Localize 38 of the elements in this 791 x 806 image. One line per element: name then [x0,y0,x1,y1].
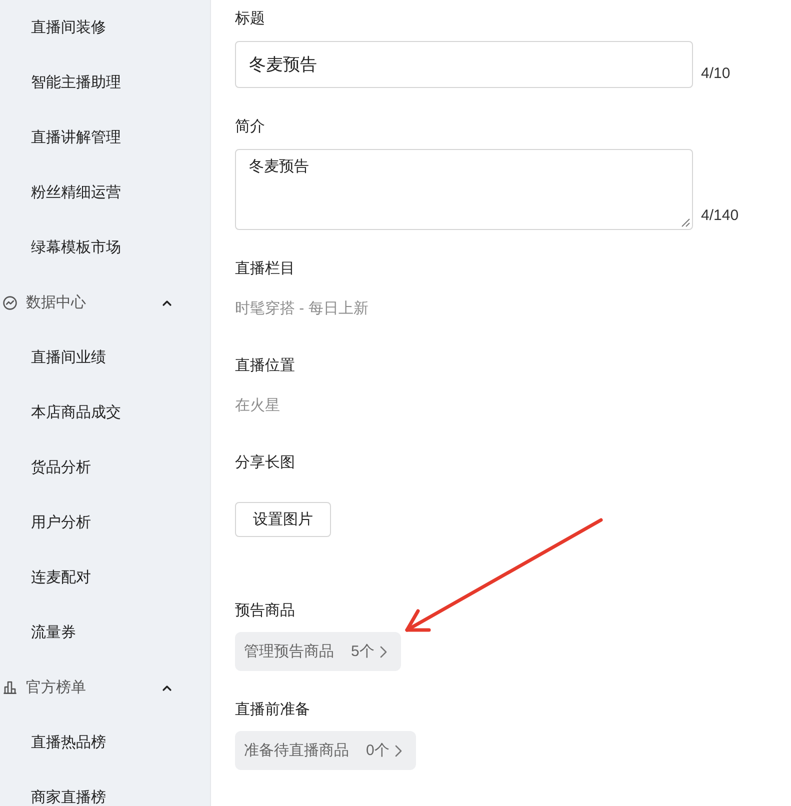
field-label: 直播前准备 [235,701,310,719]
nav-item[interactable]: 直播讲解管理 [31,128,121,146]
nav-item[interactable]: 直播间业绩 [31,348,106,366]
nav-item[interactable]: 连麦配对 [31,568,91,586]
field-label: 直播位置 [235,357,295,375]
nav-item[interactable]: 粉丝精细运营 [31,184,121,202]
char-counter: 4/140 [701,207,739,225]
chevron-right-icon [395,744,402,756]
title-input[interactable]: 冬麦预告 [235,41,693,88]
product-count-button[interactable]: 管理预告商品 5个 [235,632,402,671]
description-textarea[interactable]: 冬麦预告 [235,149,693,230]
set-image-button[interactable]: 设置图片 [235,502,331,537]
nav-group-header[interactable]: 官方榜单 [26,678,162,696]
nav-item[interactable]: 流量券 [31,624,76,642]
nav-item[interactable]: 商家直播榜 [31,788,106,806]
field-label: 分享长图 [235,454,295,472]
nav-item[interactable]: 直播热品榜 [31,734,106,752]
nav-group-header[interactable]: 数据中心 [26,294,162,312]
field-label: 简介 [235,118,265,136]
trend-circle-icon [3,296,17,310]
caret-up-icon[interactable] [162,684,172,692]
nav-item[interactable]: 货品分析 [31,458,91,476]
nav-item[interactable]: 智能主播助理 [31,74,121,92]
nav-item[interactable]: 本店商品成交 [31,404,121,422]
nav-item[interactable]: 用户分析 [31,514,91,532]
resize-handle-icon[interactable] [681,218,690,227]
nav-item[interactable]: 直播间装修 [31,18,106,36]
chevron-right-icon [380,646,388,658]
char-counter: 4/10 [701,65,730,83]
field-label: 预告商品 [235,602,295,620]
field-label: 直播栏目 [235,260,295,278]
field-value: 时髦穿搭 - 每日上新 [235,300,368,318]
product-count-button[interactable]: 准备待直播商品 0个 [235,731,416,770]
nav-item[interactable]: 绿幕模板市场 [31,238,121,256]
field-label: 标题 [235,10,265,28]
field-value: 在火星 [235,397,280,415]
caret-up-icon[interactable] [162,298,172,306]
bar-chart-icon [3,681,17,694]
